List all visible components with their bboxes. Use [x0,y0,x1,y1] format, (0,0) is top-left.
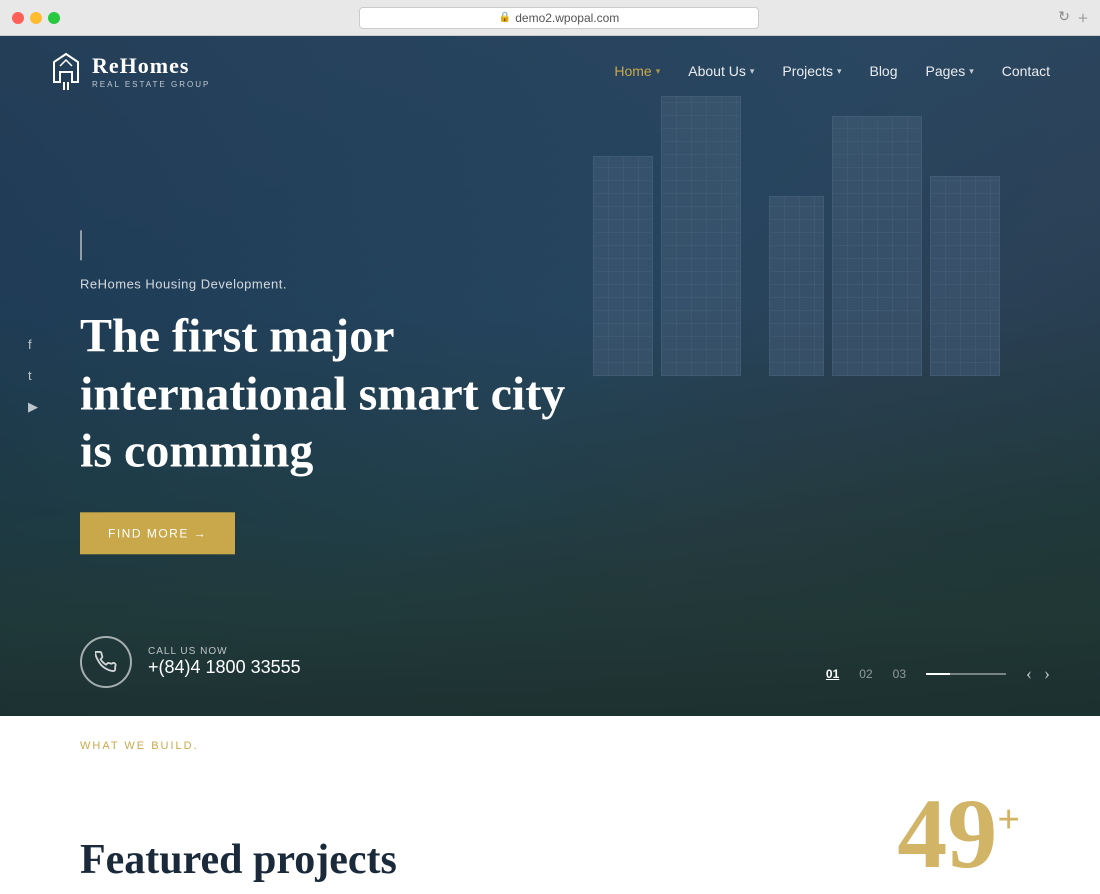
section-label: WHAT WE BUILD. [80,740,199,752]
nav-home[interactable]: Home ▾ [614,63,660,79]
minimize-button[interactable] [30,12,42,24]
slide-numbers: 01 02 03 [826,667,906,681]
traffic-lights [12,12,60,24]
logo[interactable]: ReHomes REAL ESTATE GROUP [50,52,210,90]
nav-pages[interactable]: Pages ▾ [926,63,974,79]
logo-tagline: REAL ESTATE GROUP [92,80,210,89]
slide-arrows: ‹ › [1026,663,1050,684]
phone-text: CALL US NOW +(84)4 1800 33555 [148,646,301,678]
nav-links: Home ▾ About Us ▾ Projects ▾ Blog Pages … [614,63,1050,79]
phone-number: +(84)4 1800 33555 [148,657,301,678]
featured-count: 49+ [897,784,1020,884]
slide-indicators: 01 02 03 ‹ › [826,663,1050,684]
close-button[interactable] [12,12,24,24]
slide-progress [926,673,1006,675]
nav-blog[interactable]: Blog [869,63,897,79]
call-label: CALL US NOW [148,646,301,657]
slide-3[interactable]: 03 [893,667,906,681]
next-slide-button[interactable]: › [1044,663,1050,684]
website: ReHomes REAL ESTATE GROUP Home ▾ About U… [0,36,1100,894]
social-sidebar: f t ▶ [28,337,38,415]
new-tab-button[interactable]: + [1078,9,1088,27]
facebook-link[interactable]: f [28,337,38,352]
logo-icon [50,52,82,90]
nav-about[interactable]: About Us ▾ [688,63,754,79]
bottom-section: WHAT WE BUILD. Featured projects 49+ [0,716,1100,894]
lock-icon: 🔒 [499,12,511,23]
maximize-button[interactable] [48,12,60,24]
chevron-down-icon: ▾ [656,66,661,77]
chevron-down-icon: ▾ [750,66,755,77]
hero-content: ReHomes Housing Development. The first m… [80,230,580,554]
address-bar[interactable]: 🔒 demo2.wpopal.com [359,7,759,29]
slide-1[interactable]: 01 [826,667,839,681]
chevron-down-icon: ▾ [969,66,974,77]
browser-chrome: 🔒 demo2.wpopal.com ↻ + [0,0,1100,36]
logo-text: ReHomes REAL ESTATE GROUP [92,53,210,88]
youtube-link[interactable]: ▶ [28,399,38,415]
phone-cta: CALL US NOW +(84)4 1800 33555 [80,636,301,688]
hero-eyebrow: ReHomes Housing Development. [80,276,580,291]
hero-section: ReHomes REAL ESTATE GROUP Home ▾ About U… [0,36,1100,716]
url-text: demo2.wpopal.com [515,11,619,25]
chevron-down-icon: ▾ [837,66,842,77]
navbar: ReHomes REAL ESTATE GROUP Home ▾ About U… [0,36,1100,106]
phone-icon[interactable] [80,636,132,688]
slide-2[interactable]: 02 [859,667,872,681]
featured-title: Featured projects [80,836,397,884]
twitter-link[interactable]: t [28,368,38,383]
nav-contact[interactable]: Contact [1002,63,1050,79]
hero-divider [80,230,82,260]
find-more-button[interactable]: FIND MORE → [80,512,235,554]
hero-title: The first major international smart city… [80,307,580,480]
prev-slide-button[interactable]: ‹ [1026,663,1032,684]
nav-projects[interactable]: Projects ▾ [782,63,841,79]
logo-name: ReHomes [92,53,210,79]
refresh-button[interactable]: ↻ [1058,9,1070,26]
